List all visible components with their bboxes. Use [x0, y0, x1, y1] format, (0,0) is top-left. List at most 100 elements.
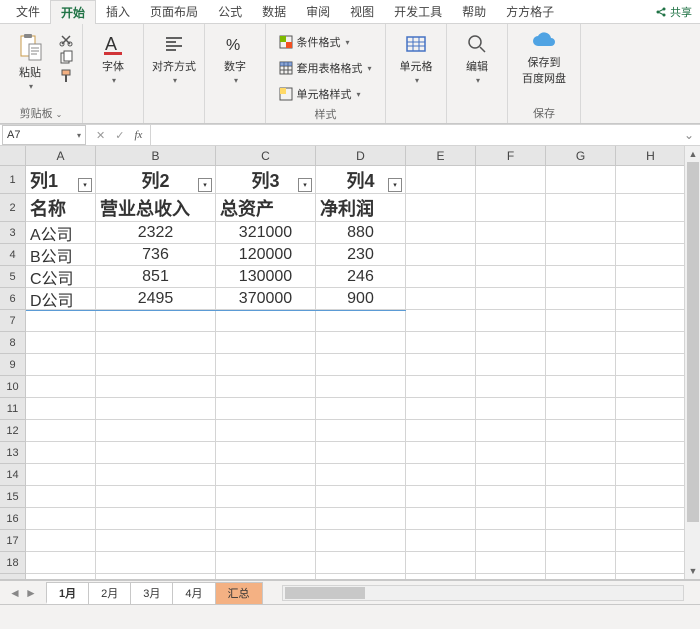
- cell[interactable]: [476, 508, 546, 530]
- cell[interactable]: [316, 552, 406, 574]
- cell[interactable]: [216, 464, 316, 486]
- col-header-D[interactable]: D: [316, 146, 406, 166]
- cell[interactable]: [216, 508, 316, 530]
- row-header-18[interactable]: 18: [0, 552, 26, 574]
- cell[interactable]: [26, 508, 96, 530]
- col-header-H[interactable]: H: [616, 146, 686, 166]
- cell[interactable]: [316, 310, 406, 332]
- cell[interactable]: 净利润: [316, 194, 406, 222]
- cell[interactable]: C公司: [26, 266, 96, 288]
- cell[interactable]: [26, 486, 96, 508]
- col-header-B[interactable]: B: [96, 146, 216, 166]
- cell[interactable]: [96, 508, 216, 530]
- copy-icon[interactable]: [58, 50, 74, 66]
- cell[interactable]: 130000: [216, 266, 316, 288]
- cell[interactable]: [476, 464, 546, 486]
- cell[interactable]: [546, 508, 616, 530]
- cell[interactable]: [96, 574, 216, 580]
- cell[interactable]: [216, 530, 316, 552]
- cell[interactable]: [26, 398, 96, 420]
- cell[interactable]: [616, 574, 686, 580]
- cell[interactable]: [96, 530, 216, 552]
- cell[interactable]: [26, 420, 96, 442]
- cell[interactable]: [406, 552, 476, 574]
- cell[interactable]: [216, 420, 316, 442]
- cell[interactable]: [96, 442, 216, 464]
- cell[interactable]: 名称: [26, 194, 96, 222]
- sheet-nav-prev[interactable]: ◄: [8, 586, 22, 600]
- name-box[interactable]: A7 ▾: [2, 125, 86, 145]
- tab-review[interactable]: 审阅: [296, 0, 340, 24]
- cell[interactable]: [26, 530, 96, 552]
- tab-dev[interactable]: 开发工具: [384, 0, 452, 24]
- cell[interactable]: [546, 288, 616, 310]
- cell[interactable]: [616, 222, 686, 244]
- cell[interactable]: [616, 194, 686, 222]
- cell[interactable]: [546, 486, 616, 508]
- cell[interactable]: [616, 354, 686, 376]
- cell[interactable]: [546, 376, 616, 398]
- cell[interactable]: [96, 464, 216, 486]
- cell[interactable]: [616, 288, 686, 310]
- cell[interactable]: 246: [316, 266, 406, 288]
- row-header-8[interactable]: 8: [0, 332, 26, 354]
- cell[interactable]: [216, 376, 316, 398]
- tab-insert[interactable]: 插入: [96, 0, 140, 24]
- cell[interactable]: [406, 194, 476, 222]
- cell[interactable]: [26, 310, 96, 332]
- tab-formula[interactable]: 公式: [208, 0, 252, 24]
- row-header-15[interactable]: 15: [0, 486, 26, 508]
- row-header-1[interactable]: 1: [0, 166, 26, 194]
- cell[interactable]: [316, 508, 406, 530]
- row-header-11[interactable]: 11: [0, 398, 26, 420]
- cell[interactable]: [316, 376, 406, 398]
- edit-button[interactable]: 编辑 ▾: [455, 28, 499, 85]
- select-all-corner[interactable]: [0, 146, 26, 166]
- cell[interactable]: [316, 332, 406, 354]
- cell[interactable]: [546, 332, 616, 354]
- cell[interactable]: 736: [96, 244, 216, 266]
- row-header-19[interactable]: 19: [0, 574, 26, 580]
- cell[interactable]: [96, 332, 216, 354]
- cell[interactable]: [616, 508, 686, 530]
- cell[interactable]: 120000: [216, 244, 316, 266]
- cell[interactable]: [406, 486, 476, 508]
- cell[interactable]: [616, 420, 686, 442]
- row-header-5[interactable]: 5: [0, 266, 26, 288]
- cell[interactable]: [406, 288, 476, 310]
- cell[interactable]: [216, 442, 316, 464]
- cell[interactable]: 2495: [96, 288, 216, 310]
- cell[interactable]: [96, 398, 216, 420]
- cell[interactable]: [476, 244, 546, 266]
- cell[interactable]: [96, 486, 216, 508]
- cell[interactable]: D公司: [26, 288, 96, 310]
- number-button[interactable]: % 数字 ▾: [213, 28, 257, 85]
- horizontal-scrollbar[interactable]: [282, 585, 685, 601]
- row-header-12[interactable]: 12: [0, 420, 26, 442]
- scroll-down-icon[interactable]: ▼: [685, 563, 700, 579]
- tab-file[interactable]: 文件: [6, 0, 50, 24]
- col-header-A[interactable]: A: [26, 146, 96, 166]
- cell[interactable]: [26, 376, 96, 398]
- cell[interactable]: [316, 574, 406, 580]
- cell[interactable]: [476, 166, 546, 194]
- filter-button[interactable]: ▾: [198, 178, 212, 192]
- cell[interactable]: [406, 442, 476, 464]
- cell[interactable]: 营业总收入: [96, 194, 216, 222]
- share-button[interactable]: 共享: [647, 4, 700, 20]
- save-baidu-button[interactable]: 保存到 百度网盘: [516, 28, 572, 86]
- align-button[interactable]: 对齐方式 ▾: [152, 28, 196, 85]
- cell[interactable]: [406, 464, 476, 486]
- cell[interactable]: [406, 166, 476, 194]
- cell[interactable]: [546, 442, 616, 464]
- cell[interactable]: [26, 574, 96, 580]
- cell[interactable]: [26, 354, 96, 376]
- accept-formula-icon[interactable]: ✓: [115, 129, 124, 142]
- row-header-9[interactable]: 9: [0, 354, 26, 376]
- cell[interactable]: [616, 266, 686, 288]
- cut-icon[interactable]: [58, 32, 74, 48]
- cell[interactable]: [546, 244, 616, 266]
- cell[interactable]: [546, 552, 616, 574]
- cell[interactable]: [616, 332, 686, 354]
- cell[interactable]: [476, 222, 546, 244]
